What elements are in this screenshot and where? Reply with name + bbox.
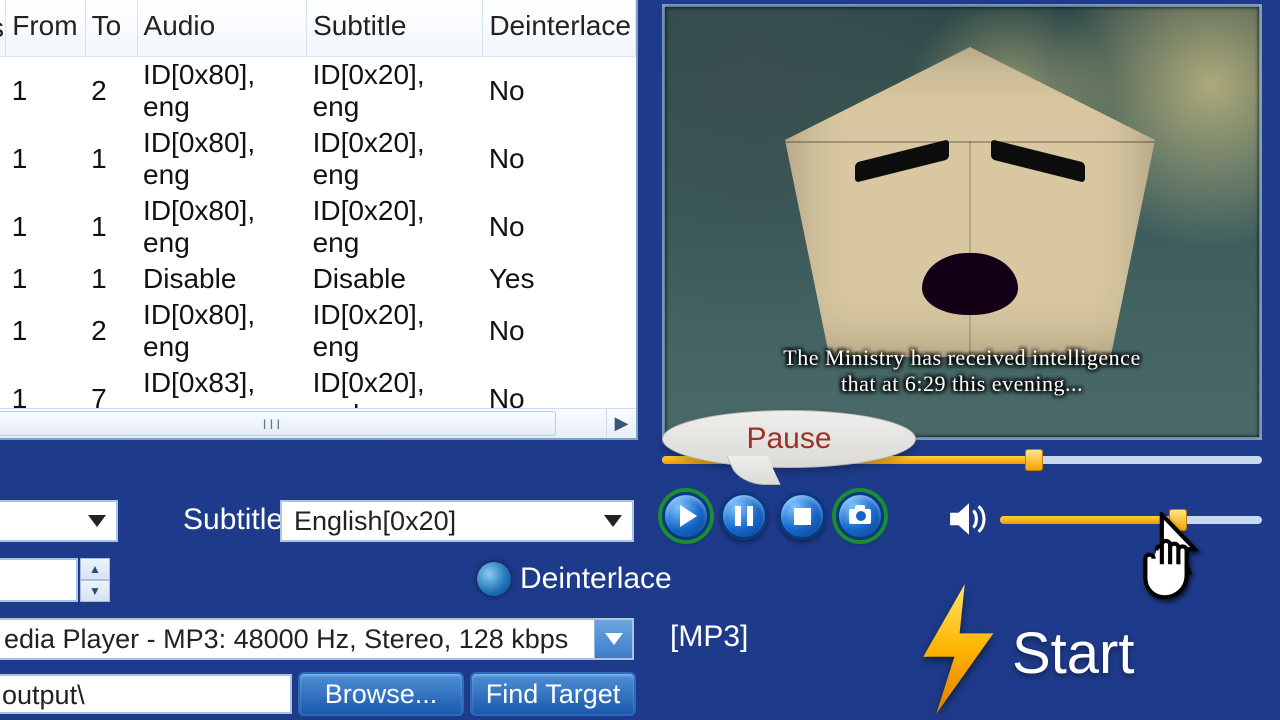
subtitle-line-2: that at 6:29 this evening... (665, 371, 1259, 397)
unknown-left-dropdown[interactable] (0, 500, 118, 542)
deinterlace-toggle[interactable] (477, 562, 511, 596)
browse-button[interactable]: Browse... (298, 672, 464, 716)
output-path-field[interactable]: output\ (0, 674, 292, 714)
profile-value: edia Player - MP3: 48000 Hz, Stereo, 128… (4, 624, 568, 655)
table-row[interactable]: 12ID[0x80], engID[0x20], engNo (0, 297, 636, 365)
chevron-down-icon (605, 633, 623, 645)
cursor-pointer-icon (1142, 512, 1212, 605)
table-row[interactable]: 11DisableDisableYes (0, 261, 636, 297)
scroll-thumb[interactable]: III (0, 411, 556, 436)
camera-icon (849, 509, 871, 524)
table-row[interactable]: 11ID[0x80], engID[0x20], engNo (0, 125, 636, 193)
output-profile-dropdown[interactable]: edia Player - MP3: 48000 Hz, Stereo, 128… (0, 618, 634, 660)
scroll-right-arrow-icon[interactable]: ▶ (606, 409, 636, 438)
table-row[interactable]: 12ID[0x80], engID[0x20], engNo (0, 56, 636, 125)
play-button[interactable] (662, 492, 710, 540)
col-audio[interactable]: Audio (137, 0, 307, 56)
subtitle-label: Subtitle: (183, 503, 291, 537)
track-table[interactable]: s From To Audio Subtitle Deinterlace 12I… (0, 0, 636, 433)
snapshot-button[interactable] (836, 492, 884, 540)
pause-icon (735, 506, 753, 526)
track-table-panel: s From To Audio Subtitle Deinterlace 12I… (0, 0, 638, 440)
pause-button[interactable] (720, 492, 768, 540)
deinterlace-label: Deinterlace (520, 562, 672, 596)
col-from[interactable]: From (6, 0, 85, 56)
seek-handle[interactable] (1025, 449, 1043, 471)
numeric-field[interactable] (0, 558, 78, 602)
subtitle-value: English[0x20] (294, 506, 456, 537)
subtitle-line-1: The Ministry has received intelligence (665, 345, 1259, 371)
table-row[interactable]: 11ID[0x80], engID[0x20], engNo (0, 193, 636, 261)
spin-down-icon[interactable]: ▼ (80, 580, 110, 602)
stop-button[interactable] (778, 492, 826, 540)
spin-up-icon[interactable]: ▲ (80, 558, 110, 580)
col-deinterlace[interactable]: Deinterlace (483, 0, 636, 56)
start-button[interactable]: Start (1012, 620, 1135, 687)
chevron-down-icon (604, 515, 622, 527)
pause-tooltip: Pause (662, 410, 916, 468)
find-target-button[interactable]: Find Target (470, 672, 636, 716)
chevron-down-icon (88, 515, 106, 527)
stop-icon (794, 508, 811, 525)
col-to[interactable]: To (85, 0, 137, 56)
video-preview[interactable]: The Ministry has received intelligence t… (662, 4, 1262, 440)
volume-slider[interactable] (1000, 516, 1262, 524)
col-subtitle[interactable]: Subtitle (307, 0, 483, 56)
volume-icon[interactable] (948, 502, 990, 541)
table-hscrollbar[interactable]: III ▶ (0, 408, 636, 438)
output-format-tag: [MP3] (670, 620, 748, 654)
numeric-spinner[interactable]: ▲ ▼ (80, 558, 110, 602)
lightning-icon (914, 584, 1000, 714)
play-icon (680, 505, 697, 527)
subtitle-dropdown[interactable]: English[0x20] (280, 500, 634, 542)
